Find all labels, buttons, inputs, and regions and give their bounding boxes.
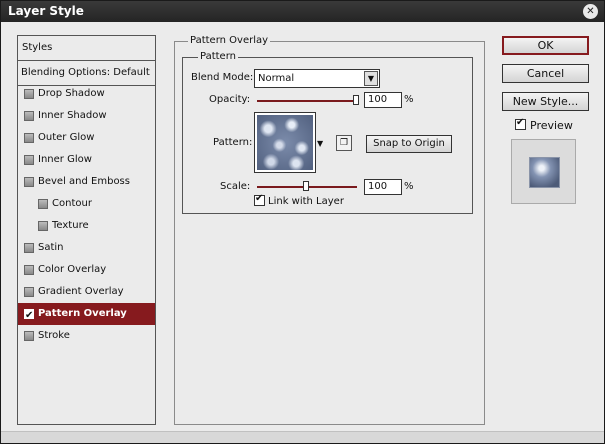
scale-percent: % (404, 181, 414, 192)
style-checkbox[interactable] (24, 155, 34, 165)
style-item-label: Inner Shadow (38, 110, 107, 121)
style-checkbox[interactable] (24, 287, 34, 297)
blend-mode-label: Blend Mode: (191, 72, 254, 83)
style-item-bevel-and-emboss[interactable]: Bevel and Emboss (18, 171, 155, 193)
opacity-label: Opacity: (209, 94, 251, 105)
layer-style-dialog: Layer Style ✕ Styles Blending Options: D… (0, 0, 605, 444)
style-item-outer-glow[interactable]: Outer Glow (18, 127, 155, 149)
style-item-satin[interactable]: Satin (18, 237, 155, 259)
style-item-label: Bevel and Emboss (38, 176, 130, 187)
opacity-field[interactable]: 100 (364, 92, 402, 108)
opacity-percent: % (404, 94, 414, 105)
style-item-pattern-overlay[interactable]: ✔ Pattern Overlay (18, 303, 155, 325)
style-item-label: Gradient Overlay (38, 286, 124, 297)
style-item-inner-shadow[interactable]: Inner Shadow (18, 105, 155, 127)
snap-to-origin-button[interactable]: Snap to Origin (366, 135, 452, 153)
new-preset-icon[interactable]: ❐ (336, 135, 352, 151)
style-checkbox[interactable] (38, 221, 48, 231)
checkmark-icon: ✔ (255, 193, 264, 204)
styles-header[interactable]: Styles (18, 36, 155, 61)
style-checkbox[interactable] (24, 177, 34, 187)
style-item-drop-shadow[interactable]: Drop Shadow (18, 83, 155, 105)
style-checkbox[interactable] (24, 243, 34, 253)
window-title: Layer Style (8, 4, 84, 18)
style-item-contour[interactable]: Contour (18, 193, 155, 215)
chevron-down-icon[interactable]: ▼ (364, 71, 378, 86)
group-title: Pattern (198, 51, 238, 62)
style-item-label: Satin (38, 242, 64, 253)
ok-button[interactable]: OK (502, 36, 589, 55)
link-with-layer-checkbox[interactable]: ✔ (254, 193, 265, 206)
style-item-stroke[interactable]: Stroke (18, 325, 155, 347)
pattern-swatch[interactable] (254, 112, 316, 173)
checkmark-icon: ✔ (516, 117, 525, 128)
style-item-label: Texture (52, 220, 89, 231)
style-item-label: Pattern Overlay (38, 308, 127, 319)
style-checkbox[interactable] (24, 89, 34, 99)
style-item-label: Outer Glow (38, 132, 95, 143)
scale-slider-thumb[interactable] (303, 181, 309, 191)
style-item-color-overlay[interactable]: Color Overlay (18, 259, 155, 281)
pattern-label: Pattern: (213, 137, 253, 148)
styles-list: Styles Blending Options: Default Drop Sh… (17, 35, 156, 425)
preview-image (529, 157, 560, 188)
style-checkbox[interactable] (24, 133, 34, 143)
style-item-label: Contour (52, 198, 92, 209)
section-title: Pattern Overlay (188, 35, 271, 46)
blend-mode-value: Normal (258, 73, 295, 84)
style-checkbox[interactable] (24, 331, 34, 341)
opacity-slider-thumb[interactable] (353, 95, 359, 105)
preview-label: Preview (530, 119, 573, 132)
blend-mode-select[interactable]: Normal ▼ (254, 69, 380, 88)
style-checkbox[interactable] (38, 199, 48, 209)
style-checkbox[interactable]: ✔ (24, 309, 34, 321)
pattern-preview-image (257, 115, 313, 170)
cancel-button[interactable]: Cancel (502, 64, 589, 83)
preview-checkbox[interactable]: ✔ (515, 117, 526, 130)
title-bar: Layer Style ✕ (1, 1, 604, 22)
style-checkbox[interactable] (24, 265, 34, 275)
style-checkbox[interactable] (24, 111, 34, 121)
style-item-label: Inner Glow (38, 154, 92, 165)
scale-label: Scale: (220, 181, 251, 192)
link-with-layer-label: Link with Layer (268, 196, 344, 207)
scale-field[interactable]: 100 (364, 179, 402, 195)
style-item-inner-glow[interactable]: Inner Glow (18, 149, 155, 171)
style-item-texture[interactable]: Texture (18, 215, 155, 237)
style-item-label: Color Overlay (38, 264, 107, 275)
preview-thumbnail (511, 139, 576, 204)
checkmark-icon: ✔ (25, 310, 34, 321)
style-item-label: Stroke (38, 330, 70, 341)
opacity-slider[interactable] (257, 100, 357, 102)
close-icon[interactable]: ✕ (583, 4, 598, 19)
pattern-picker-arrow-icon[interactable]: ▼ (317, 139, 323, 148)
style-item-gradient-overlay[interactable]: Gradient Overlay (18, 281, 155, 303)
bottom-strip (1, 431, 604, 443)
new-style-button[interactable]: New Style... (502, 92, 589, 111)
style-item-label: Drop Shadow (38, 88, 105, 99)
